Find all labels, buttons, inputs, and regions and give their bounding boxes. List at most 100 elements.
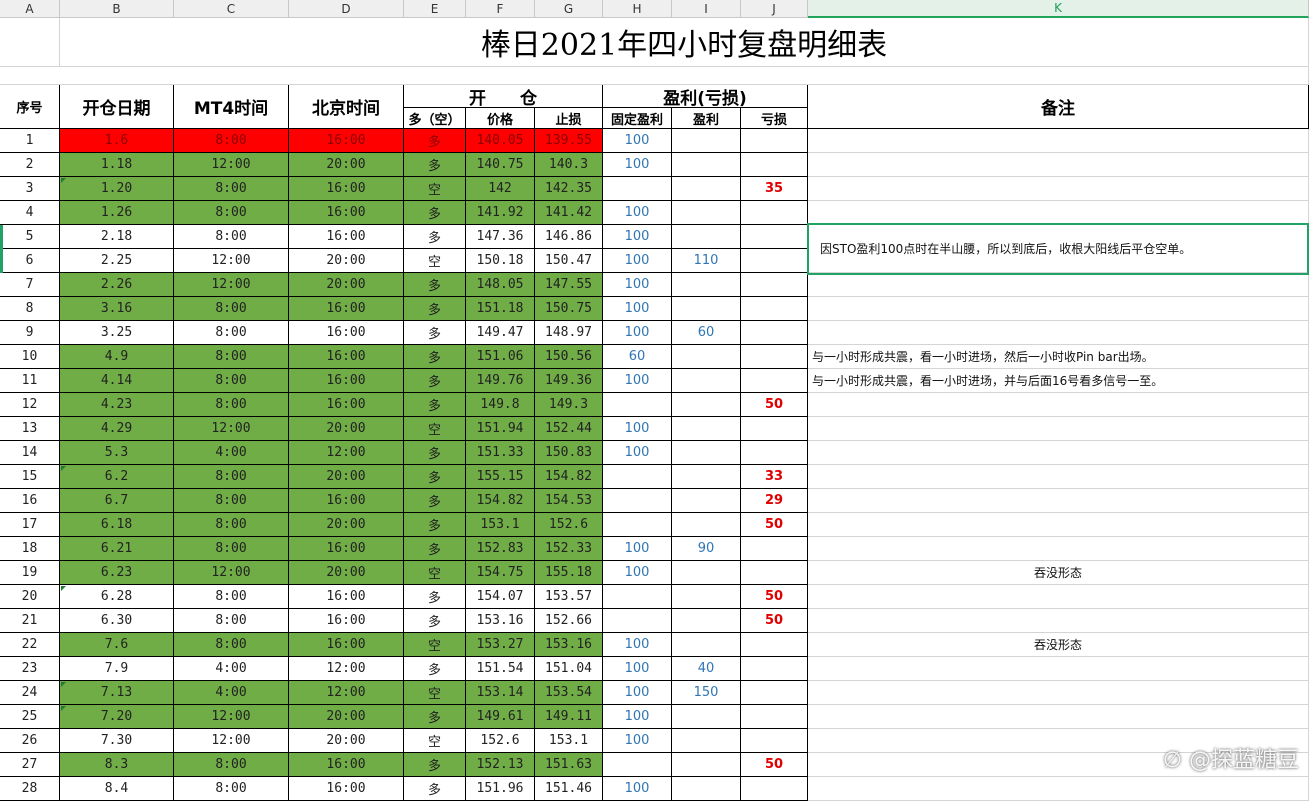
- cell-mt4[interactable]: 8:00: [174, 393, 289, 417]
- remark-merged-note[interactable]: 因STO盈利100点时在半山腰，所以到底后，收根大阳线后平仓空单。: [808, 225, 1309, 273]
- title-row-a[interactable]: [0, 18, 60, 67]
- cell-remark[interactable]: [808, 585, 1309, 609]
- cell-stop[interactable]: 149.36: [535, 369, 603, 393]
- header-stop-loss[interactable]: 止损: [535, 108, 603, 129]
- cell-remark[interactable]: [808, 417, 1309, 441]
- cell-price[interactable]: 151.96: [466, 777, 535, 801]
- cell-seq[interactable]: 23: [0, 657, 60, 681]
- cell-profit[interactable]: [672, 705, 741, 729]
- cell-stop[interactable]: 150.83: [535, 441, 603, 465]
- cell-profit[interactable]: [672, 201, 741, 225]
- cell-price[interactable]: 154.82: [466, 489, 535, 513]
- cell-price[interactable]: 150.18: [466, 249, 535, 273]
- cell-seq[interactable]: 19: [0, 561, 60, 585]
- cell-bj[interactable]: 16:00: [289, 753, 404, 777]
- cell-fixed-profit[interactable]: 100: [603, 153, 672, 177]
- cell-remark[interactable]: [808, 297, 1309, 321]
- cell-date[interactable]: 5.3: [60, 441, 174, 465]
- cell-stop[interactable]: 151.46: [535, 777, 603, 801]
- cell-seq[interactable]: 27: [0, 753, 60, 777]
- cell-seq[interactable]: 16: [0, 489, 60, 513]
- cell-loss[interactable]: [741, 369, 808, 393]
- cell-bj[interactable]: 20:00: [289, 153, 404, 177]
- cell-fixed-profit[interactable]: 100: [603, 657, 672, 681]
- cell-remark[interactable]: 吞没形态: [808, 561, 1309, 585]
- cell-loss[interactable]: 50: [741, 513, 808, 537]
- cell-profit[interactable]: [672, 225, 741, 249]
- cell-remark[interactable]: [808, 393, 1309, 417]
- cell-bj[interactable]: 16:00: [289, 297, 404, 321]
- cell-stop[interactable]: 152.33: [535, 537, 603, 561]
- cell-stop[interactable]: 153.1: [535, 729, 603, 753]
- cell-profit[interactable]: [672, 177, 741, 201]
- cell-stop[interactable]: 151.63: [535, 753, 603, 777]
- cell-remark[interactable]: [808, 609, 1309, 633]
- cell-fixed-profit[interactable]: [603, 513, 672, 537]
- cell-remark[interactable]: [808, 441, 1309, 465]
- cell-mt4[interactable]: 8:00: [174, 513, 289, 537]
- cell-profit[interactable]: [672, 297, 741, 321]
- cell-mt4[interactable]: 8:00: [174, 177, 289, 201]
- cell-price[interactable]: 149.61: [466, 705, 535, 729]
- column-header-j[interactable]: J: [741, 0, 808, 18]
- cell-loss[interactable]: [741, 225, 808, 249]
- cell-stop[interactable]: 146.86: [535, 225, 603, 249]
- cell-mt4[interactable]: 8:00: [174, 201, 289, 225]
- cell-fixed-profit[interactable]: 100: [603, 777, 672, 801]
- cell-loss[interactable]: [741, 657, 808, 681]
- cell-stop[interactable]: 153.54: [535, 681, 603, 705]
- cell-date[interactable]: 6.21: [60, 537, 174, 561]
- cell-mt4[interactable]: 8:00: [174, 369, 289, 393]
- cell-price[interactable]: 152.83: [466, 537, 535, 561]
- cell-loss[interactable]: [741, 729, 808, 753]
- cell-bj[interactable]: 20:00: [289, 705, 404, 729]
- cell-bj[interactable]: 16:00: [289, 345, 404, 369]
- cell-loss[interactable]: [741, 681, 808, 705]
- cell-remark[interactable]: [808, 777, 1309, 801]
- cell-price[interactable]: 152.6: [466, 729, 535, 753]
- cell-loss[interactable]: 50: [741, 393, 808, 417]
- cell-date[interactable]: 3.16: [60, 297, 174, 321]
- cell-loss[interactable]: [741, 705, 808, 729]
- cell-profit[interactable]: [672, 561, 741, 585]
- column-header-d[interactable]: D: [289, 0, 404, 18]
- cell-dir[interactable]: 多: [404, 393, 466, 417]
- cell-bj[interactable]: 16:00: [289, 129, 404, 153]
- cell-bj[interactable]: 20:00: [289, 249, 404, 273]
- cell-seq[interactable]: 3: [0, 177, 60, 201]
- cell-profit[interactable]: [672, 585, 741, 609]
- cell-fixed-profit[interactable]: 60: [603, 345, 672, 369]
- cell-mt4[interactable]: 8:00: [174, 777, 289, 801]
- cell-loss[interactable]: 50: [741, 753, 808, 777]
- cell-price[interactable]: 151.94: [466, 417, 535, 441]
- cell-stop[interactable]: 155.18: [535, 561, 603, 585]
- cell-bj[interactable]: 16:00: [289, 537, 404, 561]
- cell-mt4[interactable]: 8:00: [174, 633, 289, 657]
- cell-remark[interactable]: [808, 705, 1309, 729]
- column-header-g[interactable]: G: [535, 0, 603, 18]
- cell-fixed-profit[interactable]: [603, 585, 672, 609]
- cell-mt4[interactable]: 8:00: [174, 297, 289, 321]
- cell-loss[interactable]: 50: [741, 585, 808, 609]
- cell-date[interactable]: 4.23: [60, 393, 174, 417]
- cell-remark[interactable]: [808, 321, 1309, 345]
- header-open-position[interactable]: 开 仓: [404, 85, 603, 109]
- cell-stop[interactable]: 153.57: [535, 585, 603, 609]
- cell-dir[interactable]: 空: [404, 417, 466, 441]
- cell-bj[interactable]: 20:00: [289, 561, 404, 585]
- cell-seq[interactable]: 8: [0, 297, 60, 321]
- cell-seq[interactable]: 1: [0, 129, 60, 153]
- cell-price[interactable]: 151.54: [466, 657, 535, 681]
- cell-remark[interactable]: [808, 273, 1309, 297]
- cell-price[interactable]: 152.13: [466, 753, 535, 777]
- cell-date[interactable]: 7.6: [60, 633, 174, 657]
- cell-bj[interactable]: 12:00: [289, 681, 404, 705]
- cell-dir[interactable]: 空: [404, 177, 466, 201]
- cell-fixed-profit[interactable]: [603, 393, 672, 417]
- cell-price[interactable]: 140.75: [466, 153, 535, 177]
- cell-mt4[interactable]: 12:00: [174, 729, 289, 753]
- cell-fixed-profit[interactable]: 100: [603, 129, 672, 153]
- cell-date[interactable]: 7.30: [60, 729, 174, 753]
- cell-date[interactable]: 7.20: [60, 705, 174, 729]
- cell-dir[interactable]: 多: [404, 297, 466, 321]
